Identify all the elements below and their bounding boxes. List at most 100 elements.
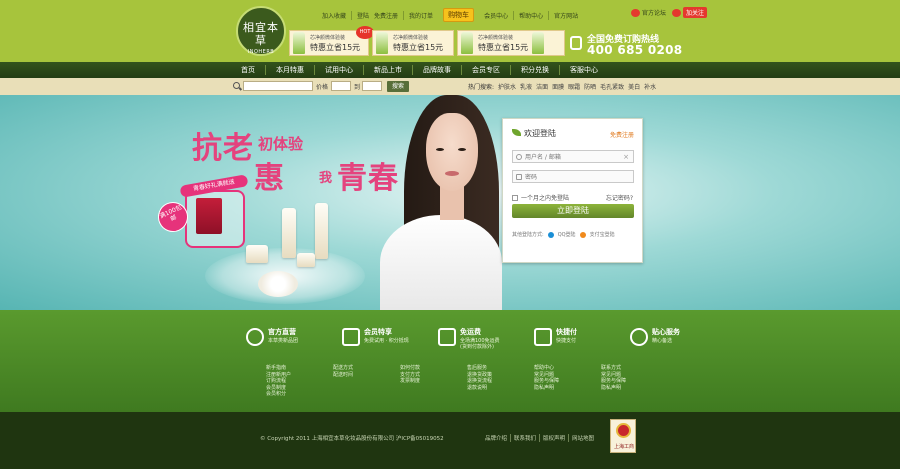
nav-brand-story[interactable]: 品牌故事 [412,65,461,75]
promo-card[interactable]: 芯净颜微体验装 特惠立省15元 [457,30,565,56]
help-link[interactable]: 隐私声明 [534,385,601,392]
help-links: 新手指南 注册新用户 订购流程 会员制度 会员积分 配送方式 配送时间 如何付款… [266,365,668,398]
my-orders-link[interactable]: 我的订单 [403,10,438,20]
remember-label: 一个月之内免登陆 [521,195,570,202]
search-input[interactable] [243,81,313,91]
help-link[interactable]: 发票制度 [400,378,467,385]
link-column: 配送方式 配送时间 [333,365,400,398]
register-link[interactable]: 免费注册 [374,11,403,20]
headline-part3: 青春 [337,161,399,196]
nav-member-zone[interactable]: 会员专区 [461,65,510,75]
feature-item: 免运费 全场满100免运费 (货到付款除外) [438,326,534,352]
model-face [426,113,478,191]
hot-term[interactable]: 毛孔紧致 [600,82,624,91]
username-input[interactable] [525,152,625,162]
model-eye [458,148,466,151]
promo-line1: 芯净颜微体验装 [393,35,429,41]
lock-icon [516,174,522,180]
nav-monthly-deals[interactable]: 本月特惠 [265,65,314,75]
copyright: © Copyright 2011 上海相宜本草化妆品股份有限公司 沪ICP备05… [260,436,444,442]
help-link[interactable]: 隐私声明 [601,385,668,392]
feature-title: 免运费 [460,328,481,336]
feature-item: 快捷付 快捷支付 [534,326,630,352]
register-link[interactable]: 免费注册 [610,130,634,139]
phone-icon [570,36,582,50]
password-input[interactable] [525,172,625,182]
promo-line2: 特惠立省15元 [393,43,444,52]
leaf-icon [512,129,521,136]
login-link[interactable]: 登陆 [351,10,374,20]
link-column: 售后服务 退换货政策 退换货流程 退款说明 [467,365,534,398]
search-icon [233,82,240,89]
search-button[interactable]: 搜索 [387,81,409,92]
cart-button[interactable]: 购物车 [443,8,475,22]
hot-term[interactable]: 补水 [644,82,656,91]
official-site-link[interactable]: 官方网站 [548,10,583,20]
link-column: 新手指南 注册新用户 订购流程 会员制度 会员积分 [266,365,333,398]
product-bottle-icon [293,32,305,54]
hot-term[interactable]: 面膜 [552,82,564,91]
forgot-password-link[interactable]: 忘记密码? [606,193,633,202]
search-bar: 价格 到 搜索 热门搜索: 护肤水 乳液 洁面 面膜 眼霜 防晒 毛孔紧致 美白… [0,78,900,95]
hot-term[interactable]: 眼霜 [568,82,580,91]
clear-icon[interactable]: × [623,153,629,161]
footer-link[interactable]: 联系我们 [510,434,539,442]
hot-term[interactable]: 防晒 [584,82,596,91]
feature-title: 官方直营 [268,328,296,336]
weibo-icon [631,8,640,17]
nav-new-products[interactable]: 新品上市 [363,65,412,75]
flower-image [258,271,298,297]
password-field[interactable] [512,170,634,183]
remember-checkbox[interactable] [512,194,518,201]
hot-term[interactable]: 乳液 [520,82,532,91]
help-center-link[interactable]: 帮助中心 [513,10,548,20]
footer-link[interactable]: 网站地图 [568,434,597,442]
qq-login-link[interactable]: QQ登陆 [558,231,576,238]
follow-button[interactable]: 加关注 [683,7,708,18]
add-favorite-link[interactable]: 加入收藏 [322,11,351,20]
help-link[interactable]: 会员积分 [266,391,333,398]
feature-desc: 本草类新品团 [268,338,299,344]
logo-text: 相宜本草 [243,21,279,47]
member-center-link[interactable]: 会员中心 [479,11,513,20]
headline-part2-small: 我 [319,171,333,186]
help-link[interactable]: 配送时间 [333,372,400,379]
heart-icon [630,328,648,346]
price-min-input[interactable] [331,81,351,91]
hot-term[interactable]: 护肤水 [498,82,516,91]
feature-desc: 全场满100免运费 (货到付款除外) [460,338,500,350]
brand-logo[interactable]: 相宜本草 INOHERB [236,6,286,56]
footer-link[interactable]: 版权声明 [539,434,568,442]
promo-card[interactable]: 芯净颜微体验装 特惠立省15元 HOT [289,26,374,56]
username-field[interactable]: × [512,150,634,163]
remember-me[interactable]: 一个月之内免登陆 [512,193,569,202]
headline-part1-small: 初体验 [258,135,304,153]
gift-box-image [196,198,222,234]
help-link[interactable]: 退款说明 [467,385,534,392]
login-panel: 欢迎登陆 免费注册 × 一个月之内免登陆 忘记密码? 立即登陆 其他登陆方式: … [502,118,643,263]
card-icon [534,328,552,346]
business-license-badge[interactable]: 上海工商 [610,419,636,453]
feature-desc: 快捷支付 [556,338,577,344]
hot-term[interactable]: 洁面 [536,82,548,91]
footer-link[interactable]: 品牌介绍 [485,434,510,442]
user-icon [516,154,522,160]
nav-home[interactable]: 首页 [231,65,265,75]
forum-link[interactable]: 官方论坛 [642,8,666,17]
price-max-input[interactable] [362,81,382,91]
nav-trial-center[interactable]: 试用中心 [314,65,363,75]
qq-icon [547,231,554,238]
feature-item: 会员特享 免费试用 · 积分抵现 [342,326,438,352]
hero-banner[interactable]: 抗老 初体验 惠 我 青春 青春好礼满就送 满100包邮 [0,95,900,310]
hot-term[interactable]: 美白 [628,82,640,91]
nav-customer-service[interactable]: 客服中心 [559,65,608,75]
login-button[interactable]: 立即登陆 [512,204,634,218]
promo-card[interactable]: 芯净颜微体验装特惠立省15元 [372,30,454,56]
link-column: 帮助中心 常见问题 服务与保障 隐私声明 [534,365,601,398]
feature-desc: 精心备选 [652,338,673,344]
hotline-number: 400 685 0208 [587,43,683,57]
alipay-login-link[interactable]: 支付宝登陆 [590,231,615,238]
official-store-icon [246,328,264,346]
link-column: 如何付款 支付方式 发票制度 [400,365,467,398]
nav-points-exchange[interactable]: 积分兑换 [510,65,559,75]
